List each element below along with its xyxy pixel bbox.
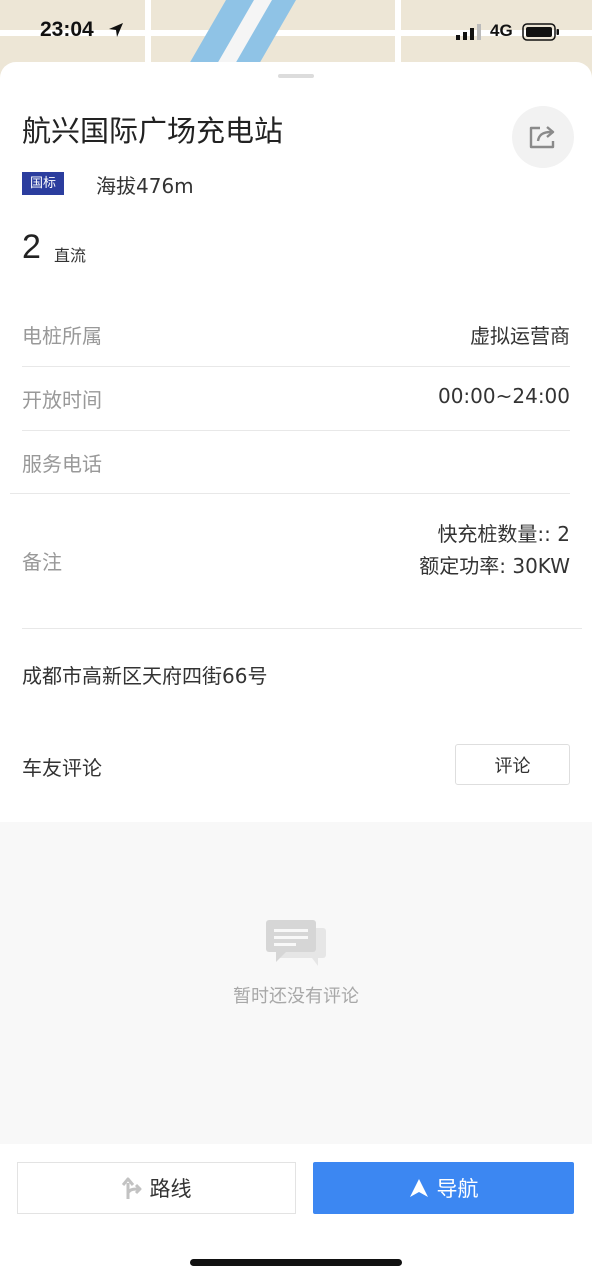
share-button[interactable] [512, 106, 574, 168]
altitude-text: 海拔476m [96, 174, 194, 198]
detail-value: 00:00~24:00 [437, 384, 570, 408]
empty-reviews-text: 暂时还没有评论 [233, 986, 359, 1007]
sheet-drag-handle[interactable] [278, 74, 314, 78]
share-icon [529, 126, 555, 149]
home-indicator[interactable] [190, 1259, 402, 1266]
detail-label: 服务电话 [22, 452, 102, 476]
navigate-button-label: 导航 [436, 1177, 479, 1201]
navigation-arrow-icon [409, 1179, 428, 1197]
cellular-signal-icon [456, 24, 481, 40]
detail-value: 虚拟运营商 [470, 324, 570, 348]
route-button[interactable]: 路线 [17, 1162, 296, 1214]
route-split-icon [121, 1177, 141, 1199]
station-address: 成都市高新区天府四街66号 [22, 664, 268, 688]
dc-charger-label: 直流 [54, 246, 87, 265]
navigate-button[interactable]: 导航 [313, 1162, 574, 1214]
reviews-empty-state: 暂时还没有评论 [0, 822, 592, 1144]
chat-bubbles-icon [266, 920, 326, 966]
detail-label: 电桩所属 [22, 324, 102, 348]
reviews-title: 车友评论 [22, 756, 102, 780]
battery-icon [522, 23, 559, 41]
detail-label: 备注 [22, 550, 62, 574]
dc-charger-count: 2 [22, 228, 41, 266]
detail-value-line2: 额定功率: 30KW [419, 554, 570, 578]
divider [10, 493, 570, 494]
station-title: 航兴国际广场充电站 [22, 114, 284, 148]
write-review-button[interactable]: 评论 [455, 744, 570, 785]
divider [22, 366, 570, 367]
detail-label: 开放时间 [22, 388, 102, 412]
route-button-label: 路线 [149, 1177, 192, 1201]
standard-badge: 国标 [22, 172, 65, 195]
network-type: 4G [490, 21, 513, 40]
station-detail-sheet: 航兴国际广场充电站 国标 海拔476m 2 直流 电桩所属 虚拟运营商 开放时间… [0, 62, 592, 1280]
detail-value-line1: 快充桩数量:: 2 [437, 522, 570, 546]
status-bar: 23:04 4G [0, 0, 592, 64]
location-arrow-icon [109, 23, 123, 37]
status-time: 23:04 [40, 18, 94, 41]
divider [22, 628, 582, 629]
divider [22, 430, 570, 431]
